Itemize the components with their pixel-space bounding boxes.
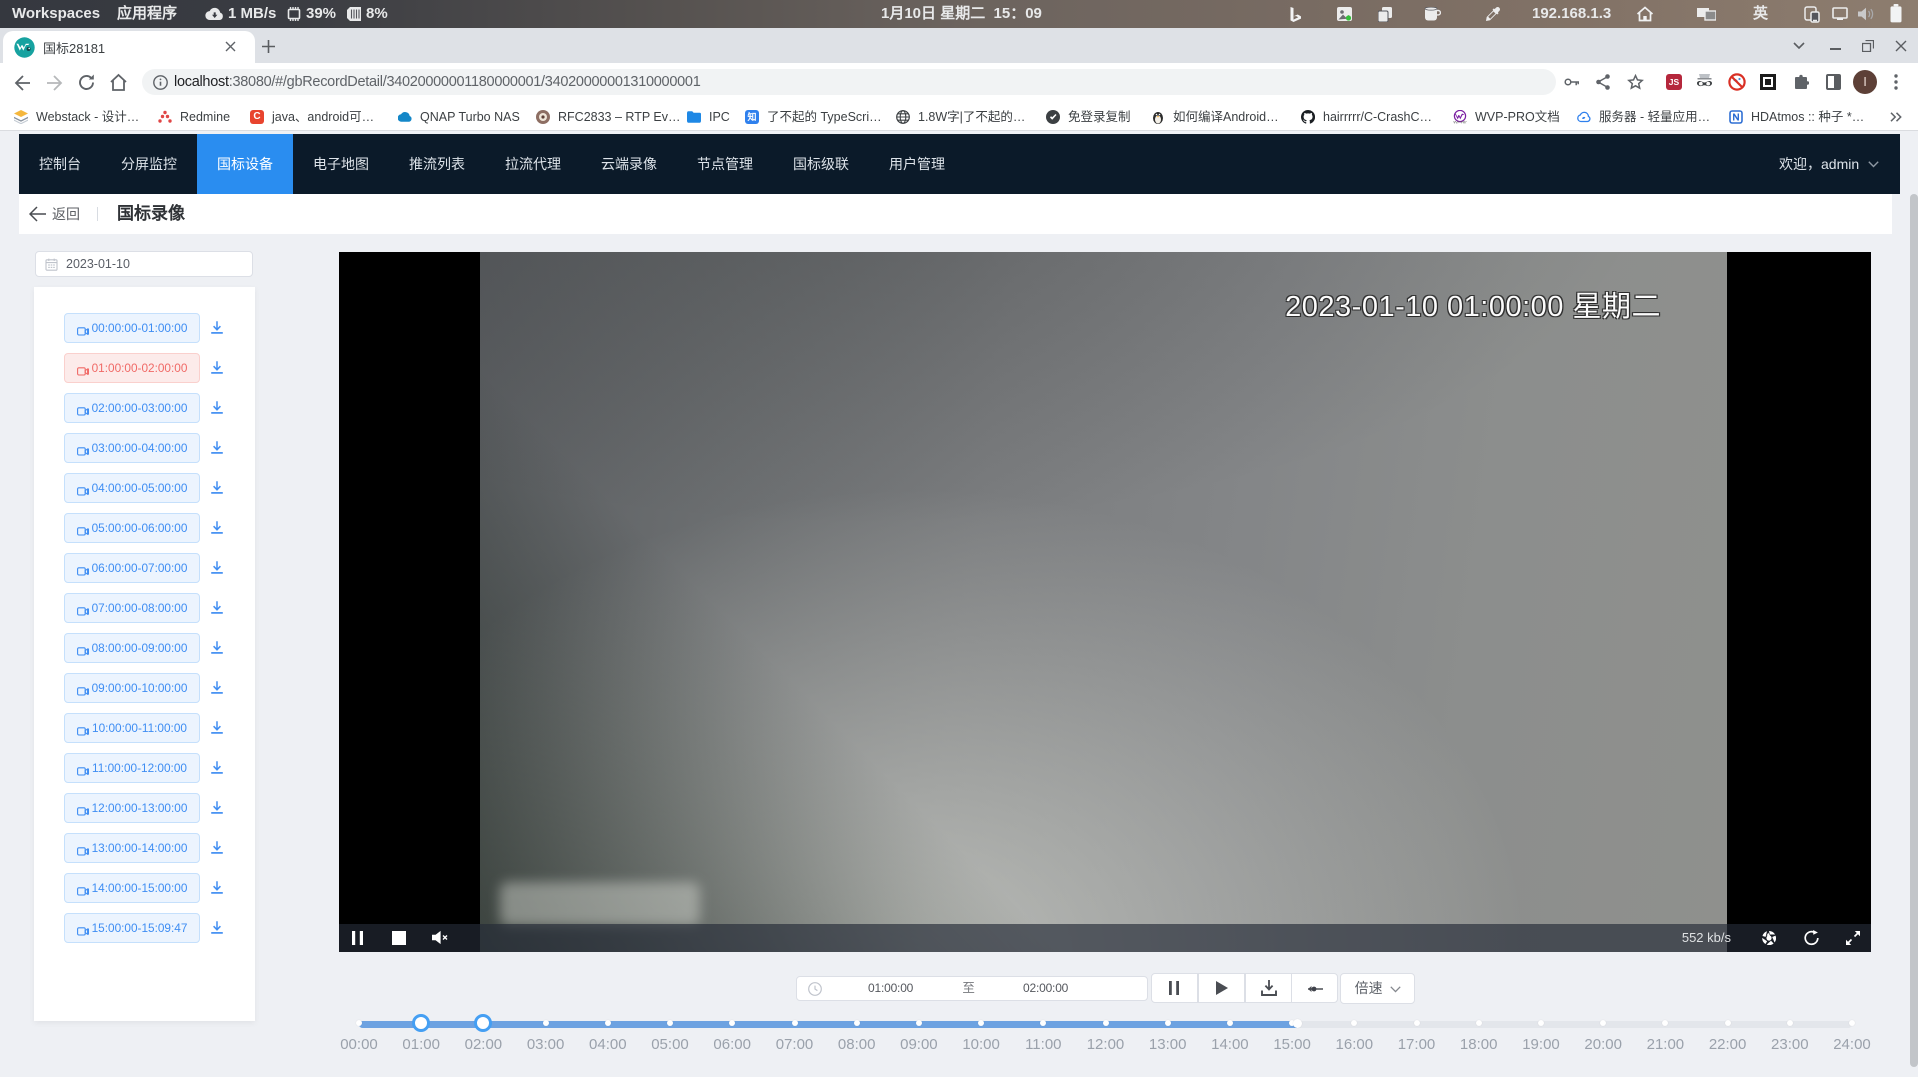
- svg-text:WVP-PRO: WVP-PRO: [1453, 121, 1467, 124]
